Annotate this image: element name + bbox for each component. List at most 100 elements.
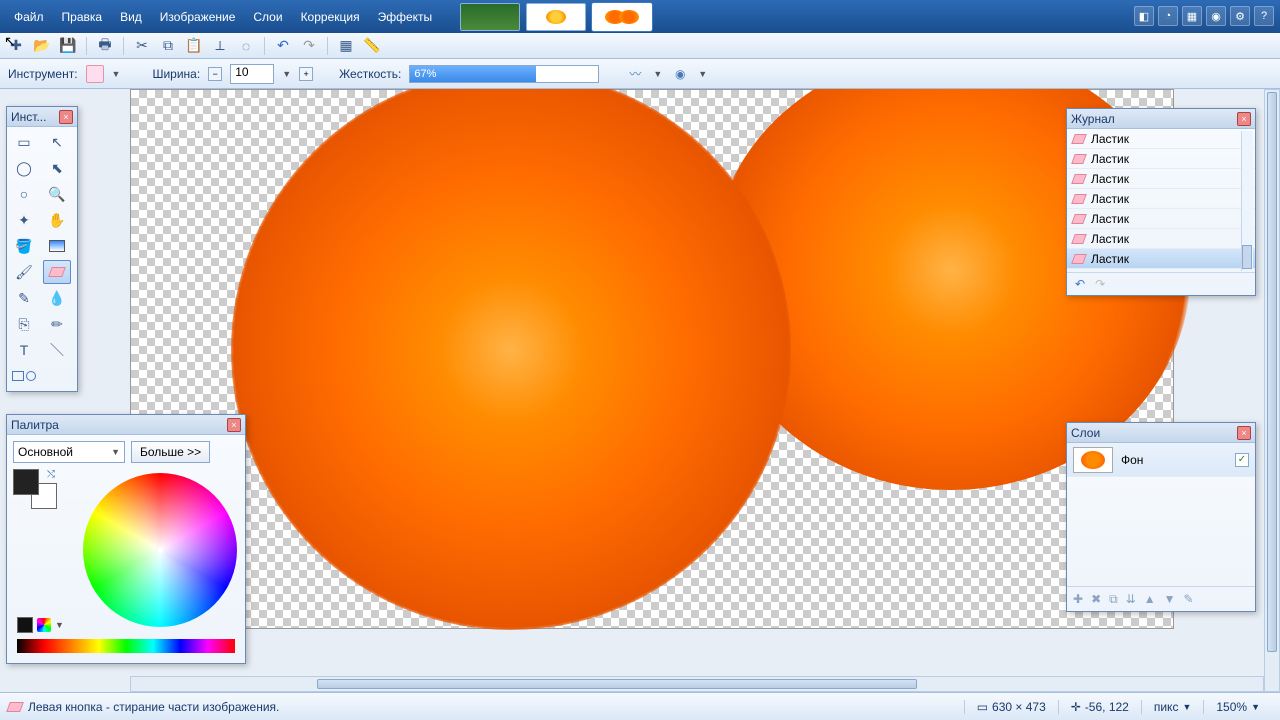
history-undo-icon[interactable]: ↶ [1075, 277, 1085, 291]
close-icon[interactable]: × [1237, 112, 1251, 126]
antialias-icon[interactable]: 〰 [625, 65, 645, 83]
v-scrollbar[interactable] [1264, 89, 1280, 692]
layer-delete-icon[interactable]: ✖ [1091, 592, 1101, 606]
util-icon-1[interactable]: ◧ [1134, 6, 1154, 26]
tool-brush[interactable]: 🖌 [10, 260, 38, 284]
doc-thumb-3[interactable] [592, 3, 652, 31]
tool-recolor[interactable]: ✏ [43, 312, 71, 336]
tool-pan[interactable]: ✋ [43, 208, 71, 232]
palette-preset-icon[interactable] [37, 618, 51, 632]
tool-ellipse-select[interactable]: ○ [10, 182, 38, 206]
width-input[interactable]: 10 [230, 64, 274, 84]
color-swatches[interactable]: ⤭ [13, 469, 57, 509]
width-minus[interactable]: − [208, 67, 222, 81]
history-scroll-thumb[interactable] [1242, 245, 1252, 269]
color-wheel-cursor[interactable] [156, 546, 164, 554]
grid-icon[interactable]: ▦ [336, 36, 356, 56]
menu-file[interactable]: Файл [6, 6, 52, 28]
width-dropdown-icon[interactable]: ▼ [282, 69, 291, 79]
h-scroll-thumb[interactable] [317, 679, 917, 689]
tool-text[interactable]: T [10, 338, 38, 362]
color-wheel[interactable] [83, 473, 237, 627]
v-scroll-thumb[interactable] [1267, 92, 1277, 652]
copy-icon[interactable]: ⧉ [158, 36, 178, 56]
layer-add-icon[interactable]: ✚ [1073, 592, 1083, 606]
mini-swatch[interactable] [17, 617, 33, 633]
menu-layers[interactable]: Слои [245, 6, 290, 28]
status-unit[interactable]: пикс ▼ [1141, 700, 1204, 714]
history-panel-title[interactable]: Журнал × [1067, 109, 1255, 129]
layer-item[interactable]: Фон✓ [1067, 443, 1255, 477]
hardness-slider[interactable]: 67% [409, 65, 599, 83]
menu-edit[interactable]: Правка [54, 6, 111, 28]
history-redo-icon[interactable]: ↷ [1095, 277, 1105, 291]
history-item[interactable]: Ластик [1067, 209, 1255, 229]
menu-adjust[interactable]: Коррекция [293, 6, 368, 28]
undo-icon[interactable]: ↶ [273, 36, 293, 56]
redo-icon[interactable]: ↷ [299, 36, 319, 56]
history-item[interactable]: Ластик [1067, 129, 1255, 149]
deselect-icon[interactable]: ◌ [236, 36, 256, 56]
open-icon[interactable]: 📂 [32, 36, 52, 56]
layer-merge-icon[interactable]: ⇊ [1126, 592, 1136, 606]
fg-color-swatch[interactable] [13, 469, 39, 495]
menu-effects[interactable]: Эффекты [370, 6, 441, 28]
aa-dropdown-icon[interactable]: ▼ [653, 69, 662, 79]
history-scrollbar[interactable] [1241, 131, 1253, 271]
chevron-down-icon[interactable]: ▼ [55, 620, 64, 630]
layers-panel-title[interactable]: Слои × [1067, 423, 1255, 443]
paste-icon[interactable]: 📋 [184, 36, 204, 56]
tool-gradient[interactable] [43, 234, 71, 258]
tool-move-sel[interactable]: ⬉ [43, 156, 71, 180]
crop-icon[interactable]: ⟂ [210, 36, 230, 56]
history-list[interactable]: ЛастикЛастикЛастикЛастикЛастикЛастикЛаст… [1067, 129, 1255, 273]
util-icon-3[interactable]: ▦ [1182, 6, 1202, 26]
palette-more-button[interactable]: Больше >> [131, 441, 210, 463]
layer-props-icon[interactable]: ✎ [1184, 592, 1194, 606]
history-item[interactable]: Ластик [1067, 229, 1255, 249]
tool-line[interactable]: ＼ [43, 338, 71, 362]
close-icon[interactable]: × [59, 110, 73, 124]
layer-dup-icon[interactable]: ⧉ [1109, 592, 1118, 607]
print-icon[interactable]: 🖶 [95, 36, 115, 56]
blend-icon[interactable]: ◉ [670, 65, 690, 83]
doc-thumb-1[interactable] [460, 3, 520, 31]
layer-up-icon[interactable]: ▲ [1144, 592, 1156, 606]
layers-list[interactable]: Фон✓ [1067, 443, 1255, 587]
cut-icon[interactable]: ✂ [132, 36, 152, 56]
history-item[interactable]: Ластик [1067, 169, 1255, 189]
settings-icon[interactable]: ⚙ [1230, 6, 1250, 26]
tool-eraser[interactable] [43, 260, 71, 284]
doc-thumb-2[interactable] [526, 3, 586, 31]
history-item[interactable]: Ластик [1067, 149, 1255, 169]
menu-view[interactable]: Вид [112, 6, 150, 28]
tool-wand[interactable]: ✦ [10, 208, 38, 232]
tools-panel-title[interactable]: Инст... × [7, 107, 77, 127]
tool-dropdown-icon[interactable]: ▼ [112, 69, 121, 79]
save-icon[interactable]: 💾 [58, 36, 78, 56]
tool-pencil[interactable]: ✎ [10, 286, 38, 310]
layer-down-icon[interactable]: ▼ [1164, 592, 1176, 606]
help-icon[interactable]: ? [1254, 6, 1274, 26]
close-icon[interactable]: × [1237, 426, 1251, 440]
palette-mode-select[interactable]: Основной ▼ [13, 441, 125, 463]
blend-dropdown-icon[interactable]: ▼ [698, 69, 707, 79]
tool-picker[interactable]: 💧 [43, 286, 71, 310]
width-plus[interactable]: + [299, 67, 313, 81]
eraser-icon[interactable] [86, 65, 104, 83]
tool-bucket[interactable]: 🪣 [10, 234, 38, 258]
palette-panel-title[interactable]: Палитра × [7, 415, 245, 435]
status-zoom[interactable]: 150% ▼ [1203, 700, 1272, 714]
menu-image[interactable]: Изображение [152, 6, 244, 28]
tool-zoom[interactable]: 🔍 [43, 182, 71, 206]
tool-rect-select[interactable]: ▭ [10, 130, 38, 154]
history-item[interactable]: Ластик [1067, 189, 1255, 209]
history-item[interactable]: Ластик [1067, 249, 1255, 269]
layer-visible-checkbox[interactable]: ✓ [1235, 453, 1249, 467]
ruler-icon[interactable]: 📏 [362, 36, 382, 56]
tool-move[interactable]: ↖ [43, 130, 71, 154]
tool-shapes[interactable] [10, 364, 38, 388]
close-icon[interactable]: × [227, 418, 241, 432]
util-icon-2[interactable]: ◔ [1158, 6, 1178, 26]
tool-lasso[interactable]: ◯ [10, 156, 38, 180]
